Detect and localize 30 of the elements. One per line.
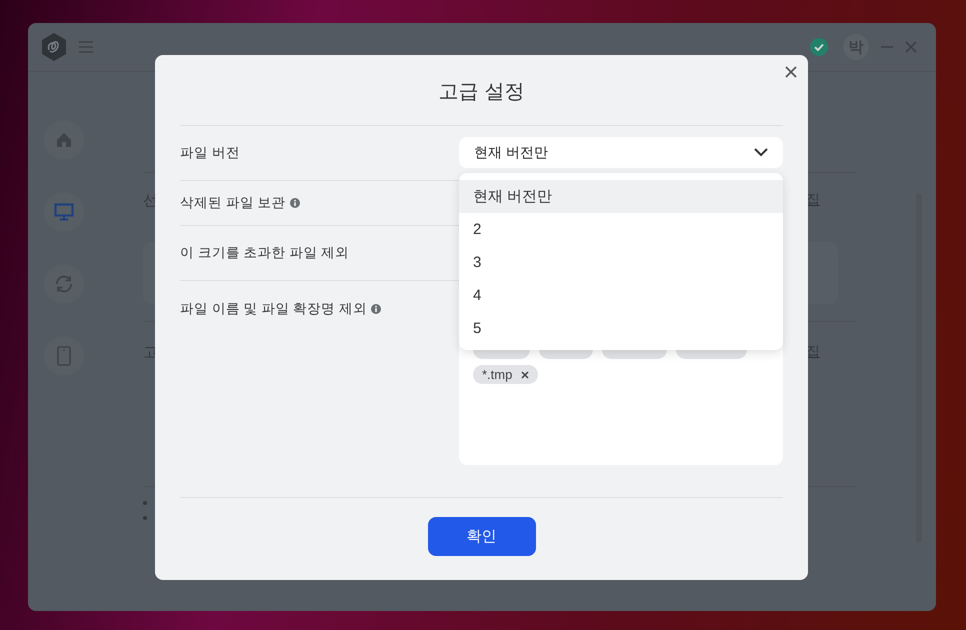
- dropdown-option[interactable]: 2: [459, 213, 783, 246]
- chevron-down-icon: [754, 148, 768, 157]
- sync-icon: [54, 274, 74, 294]
- logo-icon: [40, 32, 68, 62]
- dropdown-option[interactable]: 3: [459, 246, 783, 279]
- file-tag: *.tmp: [473, 365, 538, 384]
- setting-label: 이 크기를 초과한 파일 제외: [180, 244, 350, 262]
- version-select[interactable]: 현재 버전만: [459, 137, 783, 168]
- phone-icon: [57, 346, 71, 366]
- setting-label: 삭제된 파일 보관: [180, 194, 286, 212]
- bullet-icon: [143, 516, 147, 520]
- dropdown-option[interactable]: 현재 버전만: [459, 180, 783, 213]
- close-icon[interactable]: [785, 66, 797, 78]
- menu-icon[interactable]: [79, 41, 93, 53]
- remove-icon[interactable]: [521, 370, 530, 378]
- monitor-nav-item[interactable]: [44, 192, 84, 232]
- home-icon: [55, 131, 73, 149]
- dropdown-option[interactable]: 5: [459, 312, 783, 345]
- dialog-title: 고급 설정: [180, 55, 783, 126]
- bullet-icon: [143, 501, 147, 505]
- confirm-button[interactable]: 확인: [428, 517, 536, 556]
- info-icon[interactable]: [370, 304, 381, 314]
- setting-label: 파일 버전: [180, 144, 240, 162]
- phone-nav-item[interactable]: [44, 336, 84, 376]
- info-icon[interactable]: [290, 198, 300, 208]
- sync-nav-item[interactable]: [44, 264, 84, 304]
- home-nav-item[interactable]: [44, 120, 84, 160]
- setting-label: 파일 이름 및 파일 확장명 제외: [180, 300, 367, 318]
- check-icon: [810, 38, 828, 56]
- monitor-icon: [54, 203, 74, 221]
